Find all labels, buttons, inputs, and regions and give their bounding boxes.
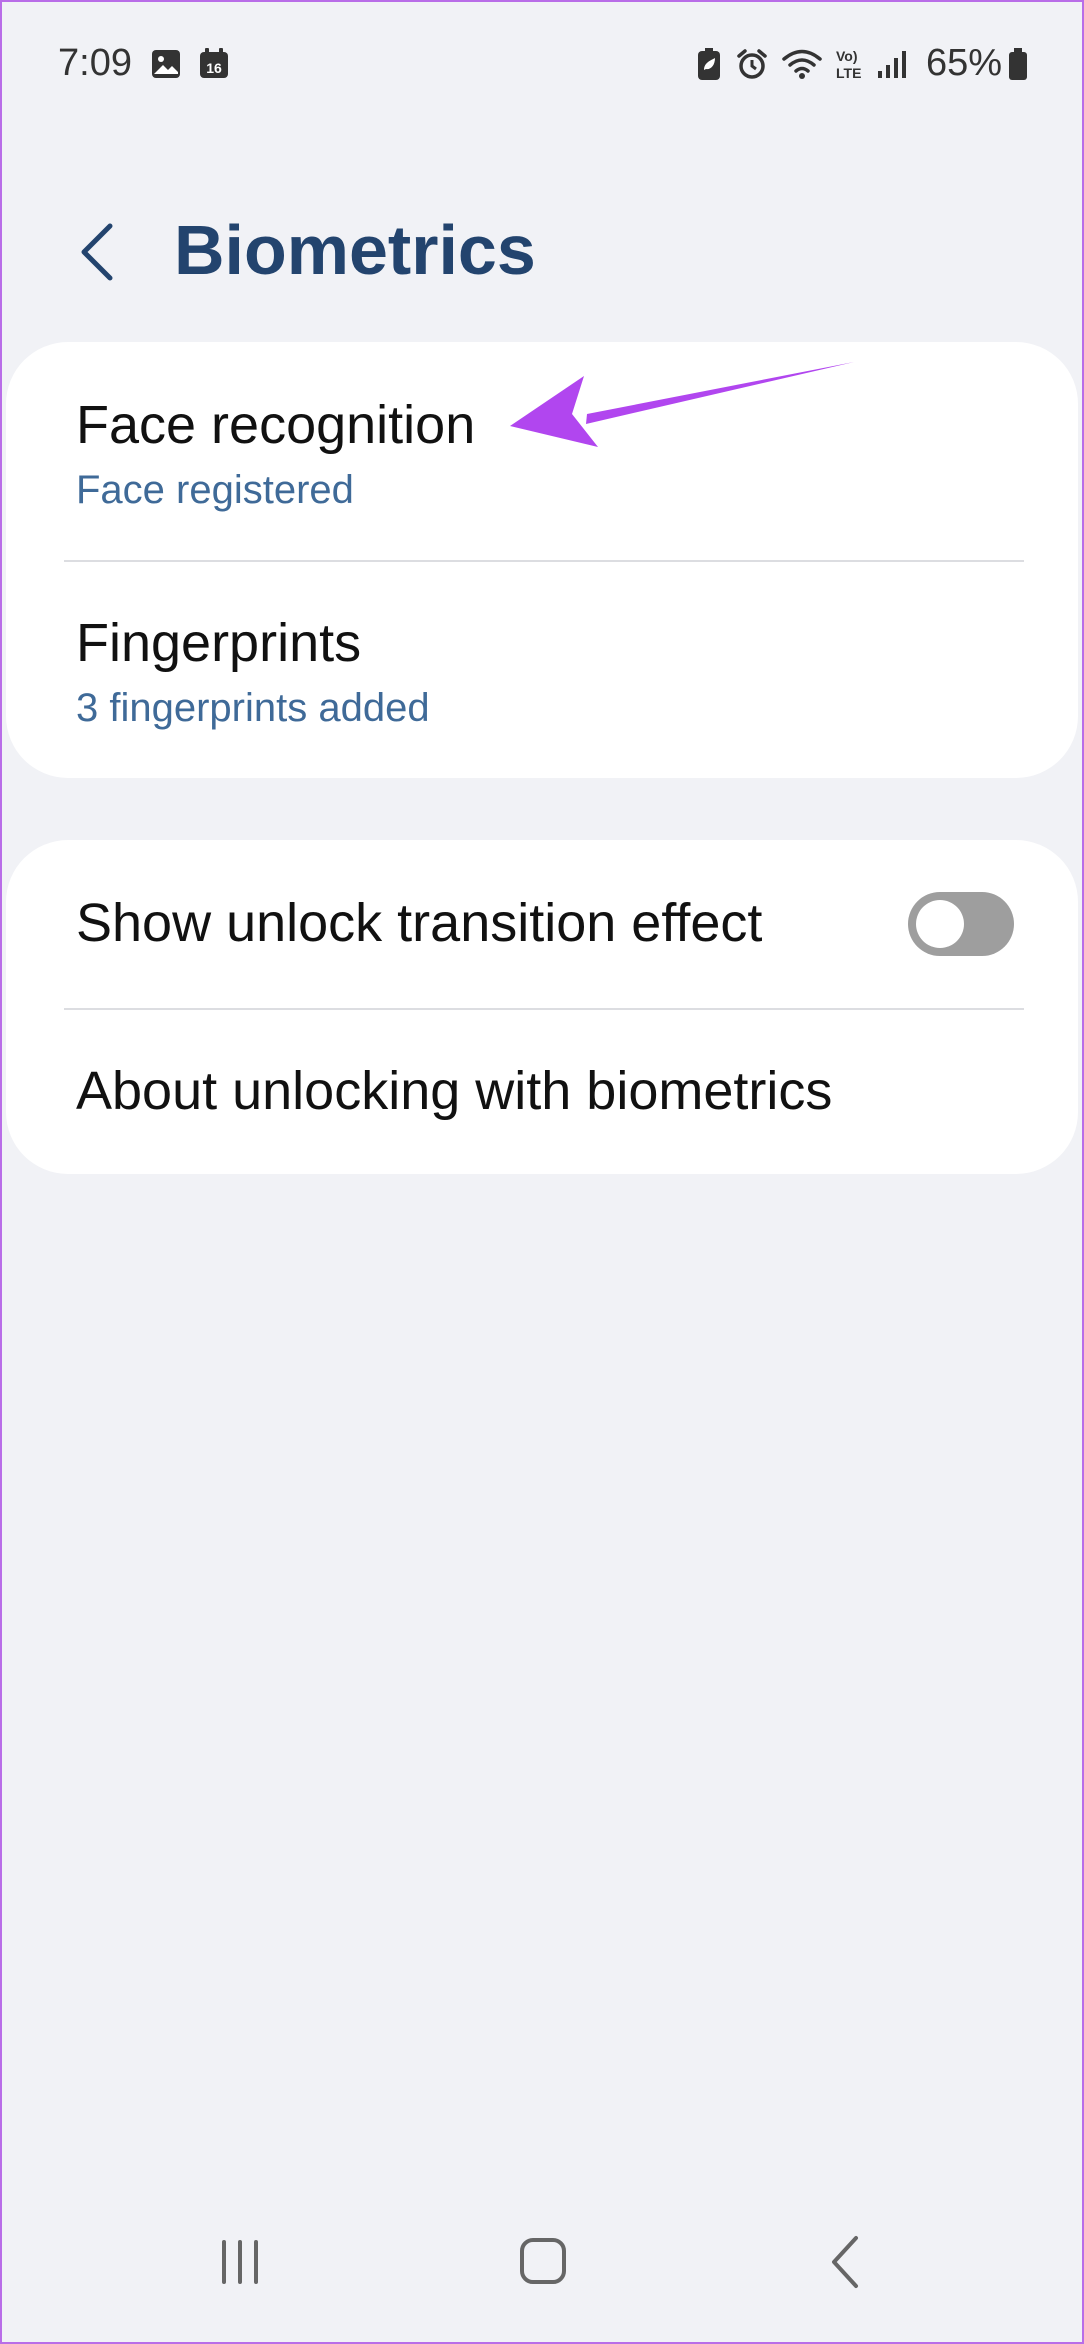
alarm-icon: [737, 49, 767, 79]
about-biometrics-label: About unlocking with biometrics: [76, 1061, 833, 1121]
app-header: Biometrics: [2, 202, 1082, 302]
home-icon[interactable]: [483, 2212, 603, 2312]
recent-apps-icon[interactable]: [180, 2212, 300, 2312]
calendar-day: 16: [206, 60, 222, 76]
face-recognition-title: Face recognition: [76, 395, 476, 455]
fingerprints-subtitle: 3 fingerprints added: [76, 686, 430, 730]
battery-icon: [1009, 48, 1027, 80]
annotation-arrow-icon: [510, 362, 854, 447]
fingerprints-item[interactable]: Fingerprints 3 fingerprints added: [6, 562, 1078, 778]
options-card: Show unlock transition effect About unlo…: [6, 840, 1078, 1174]
face-recognition-subtitle: Face registered: [76, 468, 354, 512]
volte-icon: Vo) LTE: [836, 48, 861, 80]
transition-effect-toggle[interactable]: [908, 892, 1014, 956]
fingerprints-title: Fingerprints: [76, 613, 362, 673]
signal-icon: [878, 51, 906, 78]
back-icon[interactable]: [788, 2212, 908, 2312]
transition-effect-item[interactable]: Show unlock transition effect: [6, 840, 1078, 1008]
navigation-bar: [2, 2192, 1082, 2342]
volte-label-top: Vo): [836, 48, 858, 64]
status-time: 7:09: [58, 42, 132, 84]
toggle-knob: [916, 900, 964, 948]
status-bar: 7:09 16 Vo) LTE 65%: [2, 2, 1082, 132]
gallery-icon: [152, 50, 180, 78]
battery-saver-icon: [698, 48, 720, 80]
battery-percent: 65%: [925, 42, 1002, 84]
volte-label-bottom: LTE: [836, 65, 861, 80]
wifi-icon: [782, 49, 822, 79]
about-biometrics-item[interactable]: About unlocking with biometrics: [6, 1010, 1078, 1174]
calendar-icon: 16: [200, 48, 228, 78]
transition-effect-label: Show unlock transition effect: [76, 893, 763, 953]
page-title: Biometrics: [174, 211, 536, 289]
chevron-left-icon[interactable]: [60, 212, 140, 292]
